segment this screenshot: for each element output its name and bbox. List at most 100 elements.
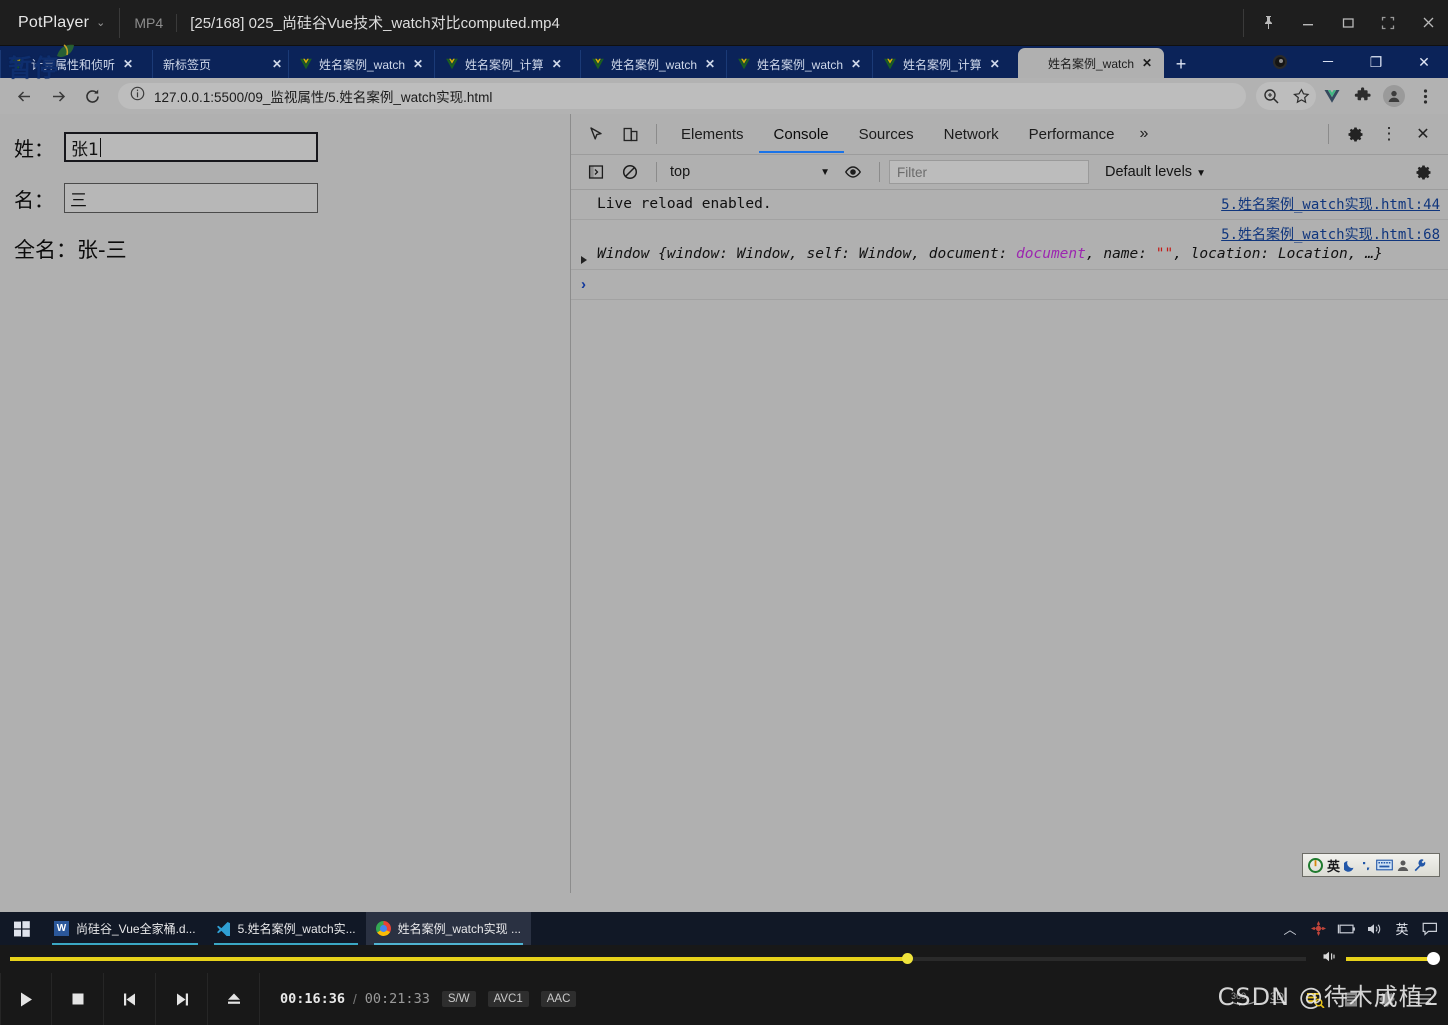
volume-slider[interactable] — [1346, 952, 1441, 965]
pin-icon[interactable] — [1248, 0, 1288, 46]
devtools-menu-icon[interactable]: ⋮ — [1372, 119, 1406, 149]
chevron-up-icon[interactable]: ︿ — [1276, 912, 1304, 945]
account-indicator-icon[interactable] — [1256, 46, 1304, 78]
site-info-icon[interactable] — [130, 86, 145, 106]
givenname-input[interactable]: 三 — [64, 183, 318, 213]
zoom-icon[interactable] — [1256, 81, 1286, 111]
stop-button[interactable] — [52, 973, 104, 1025]
new-tab-button[interactable]: + — [1164, 50, 1198, 78]
console-message-window-object[interactable]: 5.姓名案例_watch实现.html:68 Window {window: W… — [571, 220, 1448, 271]
punctuation-icon[interactable] — [1361, 859, 1372, 872]
console-filter-input[interactable]: Filter — [889, 160, 1089, 184]
clear-console-icon[interactable] — [613, 157, 647, 187]
extensions-icon[interactable] — [1348, 81, 1378, 111]
security-icon[interactable] — [1304, 912, 1332, 945]
maximize-icon[interactable] — [1328, 0, 1368, 46]
browser-tab-2[interactable]: 姓名案例_watch ✕ — [288, 50, 434, 78]
taskbar-item-vscode[interactable]: 5.姓名案例_watch实... — [206, 912, 366, 945]
close-icon[interactable]: ✕ — [705, 57, 715, 71]
volume-speaker-icon[interactable] — [1322, 950, 1338, 968]
wrench-icon[interactable] — [1413, 858, 1427, 872]
moon-icon[interactable] — [1344, 859, 1357, 872]
console-message-live-reload[interactable]: Live reload enabled. 5.姓名案例_watch实现.html… — [571, 190, 1448, 221]
browser-tab-5[interactable]: 姓名案例_watch ✕ — [726, 50, 872, 78]
playlist-search-icon[interactable] — [1298, 973, 1332, 1025]
sogou-logo-icon[interactable] — [1308, 857, 1323, 873]
notification-icon[interactable] — [1416, 912, 1444, 945]
minimize-button[interactable]: － — [1304, 46, 1352, 78]
speaker-icon[interactable] — [1360, 912, 1388, 945]
fullscreen-icon[interactable] — [1368, 0, 1408, 46]
seek-handle[interactable] — [901, 953, 913, 964]
console-settings-gear-icon[interactable] — [1406, 157, 1440, 187]
tab-sources[interactable]: Sources — [844, 115, 929, 153]
browser-tab-3[interactable]: 姓名案例_计算 ✕ — [434, 50, 580, 78]
log-levels-select[interactable]: Default levels ▼ — [1105, 164, 1206, 180]
ime-language-label[interactable]: 英 — [1388, 912, 1416, 945]
tab-console[interactable]: Console — [759, 115, 844, 153]
address-bar[interactable]: 127.0.0.1:5500/09_监视属性/5.姓名案例_watch实现.ht… — [118, 83, 1246, 109]
play-button[interactable] — [0, 973, 52, 1025]
browser-tab-1[interactable]: 新标签页 ✕ — [152, 50, 288, 78]
eject-button[interactable] — [208, 973, 260, 1025]
console-input-prompt[interactable]: › — [571, 270, 1448, 301]
previous-button[interactable] — [104, 973, 156, 1025]
keyboard-icon[interactable] — [1376, 859, 1393, 871]
next-button[interactable] — [156, 973, 208, 1025]
surname-input[interactable]: 张1 — [64, 132, 318, 162]
close-icon[interactable]: ✕ — [1142, 56, 1152, 70]
tab-elements[interactable]: Elements — [666, 115, 759, 153]
close-icon[interactable]: ✕ — [552, 57, 562, 71]
menu-lines-icon[interactable] — [1406, 973, 1440, 1025]
device-toolbar-icon[interactable] — [613, 119, 647, 149]
maximize-button[interactable]: ❐ — [1352, 46, 1400, 78]
tab-network[interactable]: Network — [929, 115, 1014, 153]
vr360-button[interactable]: 360 — [1226, 973, 1260, 1025]
close-icon[interactable] — [1408, 0, 1448, 46]
back-button[interactable] — [8, 80, 40, 112]
profile-icon[interactable] — [1379, 81, 1409, 111]
inspect-element-icon[interactable] — [579, 119, 613, 149]
taskbar-item-chrome[interactable]: 姓名案例_watch实现 ... — [365, 912, 531, 945]
tab-performance[interactable]: Performance — [1014, 115, 1130, 153]
start-button-icon[interactable] — [0, 912, 44, 945]
close-icon[interactable]: ✕ — [123, 57, 133, 71]
devtools-close-icon[interactable]: ✕ — [1406, 119, 1440, 149]
execution-context-select[interactable]: top ▼ — [666, 161, 836, 183]
console-message-source-link[interactable]: 5.姓名案例_watch实现.html:44 — [1221, 194, 1440, 214]
taskbar-item-word[interactable]: W 尚硅谷_Vue全家桶.d... — [44, 912, 206, 945]
more-tabs-icon[interactable]: » — [1130, 125, 1159, 143]
user-icon[interactable] — [1397, 859, 1409, 872]
console-message-source-link[interactable]: 5.姓名案例_watch实现.html:68 — [1221, 224, 1440, 244]
seek-bar[interactable] — [10, 953, 1306, 964]
console-output[interactable]: Live reload enabled. 5.姓名案例_watch实现.html… — [571, 190, 1448, 893]
ime-mode-label[interactable]: 英 — [1327, 856, 1340, 875]
browser-tab-4[interactable]: 姓名案例_watch ✕ — [580, 50, 726, 78]
close-icon[interactable]: ✕ — [851, 57, 861, 71]
potplayer-brand[interactable]: PotPlayer — [0, 14, 89, 32]
live-expression-eye-icon[interactable] — [836, 157, 870, 187]
ime-floating-toolbar[interactable]: 英 — [1302, 853, 1440, 877]
console-sidebar-toggle-icon[interactable] — [579, 157, 613, 187]
reload-button[interactable] — [76, 80, 108, 112]
close-icon[interactable]: ✕ — [990, 57, 1000, 71]
menu-icon[interactable] — [1410, 81, 1440, 111]
three-d-button[interactable]: 3D — [1262, 973, 1296, 1025]
browser-tab-6[interactable]: 姓名案例_计算 ✕ — [872, 50, 1018, 78]
close-icon[interactable]: ✕ — [413, 57, 423, 71]
chevron-down-icon[interactable]: ⌄ — [96, 16, 105, 29]
close-button[interactable]: ✕ — [1400, 46, 1448, 78]
volume-handle[interactable] — [1427, 952, 1441, 965]
browser-tab-7-active[interactable]: 姓名案例_watch ✕ — [1018, 48, 1164, 78]
close-icon[interactable]: ✕ — [272, 57, 282, 71]
playlist-icon[interactable] — [1334, 973, 1368, 1025]
text-caret — [99, 137, 101, 157]
minimize-icon[interactable] — [1288, 0, 1328, 46]
expand-triangle-icon[interactable] — [581, 256, 587, 265]
forward-button[interactable] — [42, 80, 74, 112]
bookmark-star-icon[interactable] — [1286, 81, 1316, 111]
gear-icon[interactable] — [1338, 119, 1372, 149]
settings-gear-icon[interactable] — [1370, 973, 1404, 1025]
battery-icon[interactable] — [1332, 912, 1360, 945]
vue-devtools-icon[interactable] — [1317, 81, 1347, 111]
